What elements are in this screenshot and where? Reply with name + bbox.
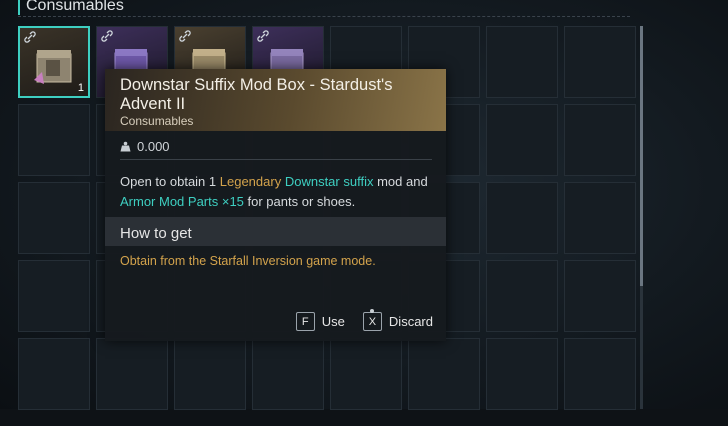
key-x: X	[362, 309, 382, 331]
desc-mid: mod and	[373, 174, 428, 189]
inventory-slot-empty[interactable]	[18, 338, 90, 410]
inventory-slot-empty[interactable]	[18, 260, 90, 332]
link-icon	[257, 30, 269, 42]
desc-prefix: Open to obtain 1	[120, 174, 220, 189]
use-action[interactable]: F Use	[295, 312, 345, 331]
inventory-slot-empty[interactable]	[18, 182, 90, 254]
inventory-slot-empty[interactable]	[486, 260, 558, 332]
inventory-slot-empty[interactable]	[564, 104, 636, 176]
link-icon	[24, 31, 36, 43]
section-header: Consumables	[18, 0, 630, 17]
key-f: F	[295, 312, 315, 331]
item-weight: 0.000	[120, 139, 170, 154]
inventory-slot-empty[interactable]	[486, 26, 558, 98]
inventory-slot-selected[interactable]: 1	[18, 26, 90, 98]
inventory-slot-empty[interactable]	[486, 104, 558, 176]
item-source: Obtain from the Starfall Inversion game …	[120, 254, 376, 268]
item-description: Open to obtain 1 Legendary Downstar suff…	[120, 172, 436, 212]
item-category: Consumables	[120, 114, 194, 128]
desc-downstar: Downstar suffix	[284, 174, 374, 189]
inventory-slot-empty[interactable]	[18, 104, 90, 176]
weight-value: 0.000	[137, 139, 170, 154]
inventory-slot-empty[interactable]	[486, 182, 558, 254]
desc-parts: Armor Mod Parts ×15	[120, 194, 244, 209]
scrollbar-thumb[interactable]	[640, 26, 643, 286]
section-accent-bar	[18, 0, 20, 15]
key-x-label: X	[368, 315, 377, 328]
inventory-slot-empty[interactable]	[564, 260, 636, 332]
how-to-get-heading: How to get	[120, 225, 192, 242]
hold-indicator	[369, 309, 374, 313]
slot-quantity: 1	[77, 82, 84, 94]
weight-icon	[120, 141, 131, 152]
desc-suffix: for pants or shoes.	[243, 194, 356, 209]
inventory-slot-empty[interactable]	[330, 338, 402, 410]
inventory-slot-empty[interactable]	[408, 338, 480, 410]
inventory-slot-empty[interactable]	[174, 338, 246, 410]
desc-legendary: Legendary	[219, 174, 282, 189]
inventory-slot-empty[interactable]	[252, 338, 324, 410]
discard-label: Discard	[388, 314, 433, 329]
inventory-slot-empty[interactable]	[564, 26, 636, 98]
mod-box-icon	[34, 50, 72, 84]
inventory-slot-empty[interactable]	[96, 338, 168, 410]
link-icon	[101, 30, 113, 42]
inventory-slot-empty[interactable]	[486, 338, 558, 410]
inventory-slot-empty[interactable]	[564, 182, 636, 254]
discard-action[interactable]: X Discard	[362, 309, 433, 331]
tooltip-actions: F Use X Discard	[295, 309, 433, 331]
section-title: Consumables	[26, 0, 124, 14]
inventory-scrollbar[interactable]	[640, 26, 643, 409]
inventory-slot-empty[interactable]	[564, 338, 636, 410]
tooltip-header: Downstar Suffix Mod Box - Stardust's Adv…	[105, 69, 446, 131]
item-tooltip: Downstar Suffix Mod Box - Stardust's Adv…	[105, 69, 446, 341]
link-icon	[179, 30, 191, 42]
use-label: Use	[321, 314, 345, 329]
divider	[120, 159, 432, 160]
item-title: Downstar Suffix Mod Box - Stardust's Adv…	[120, 76, 393, 113]
